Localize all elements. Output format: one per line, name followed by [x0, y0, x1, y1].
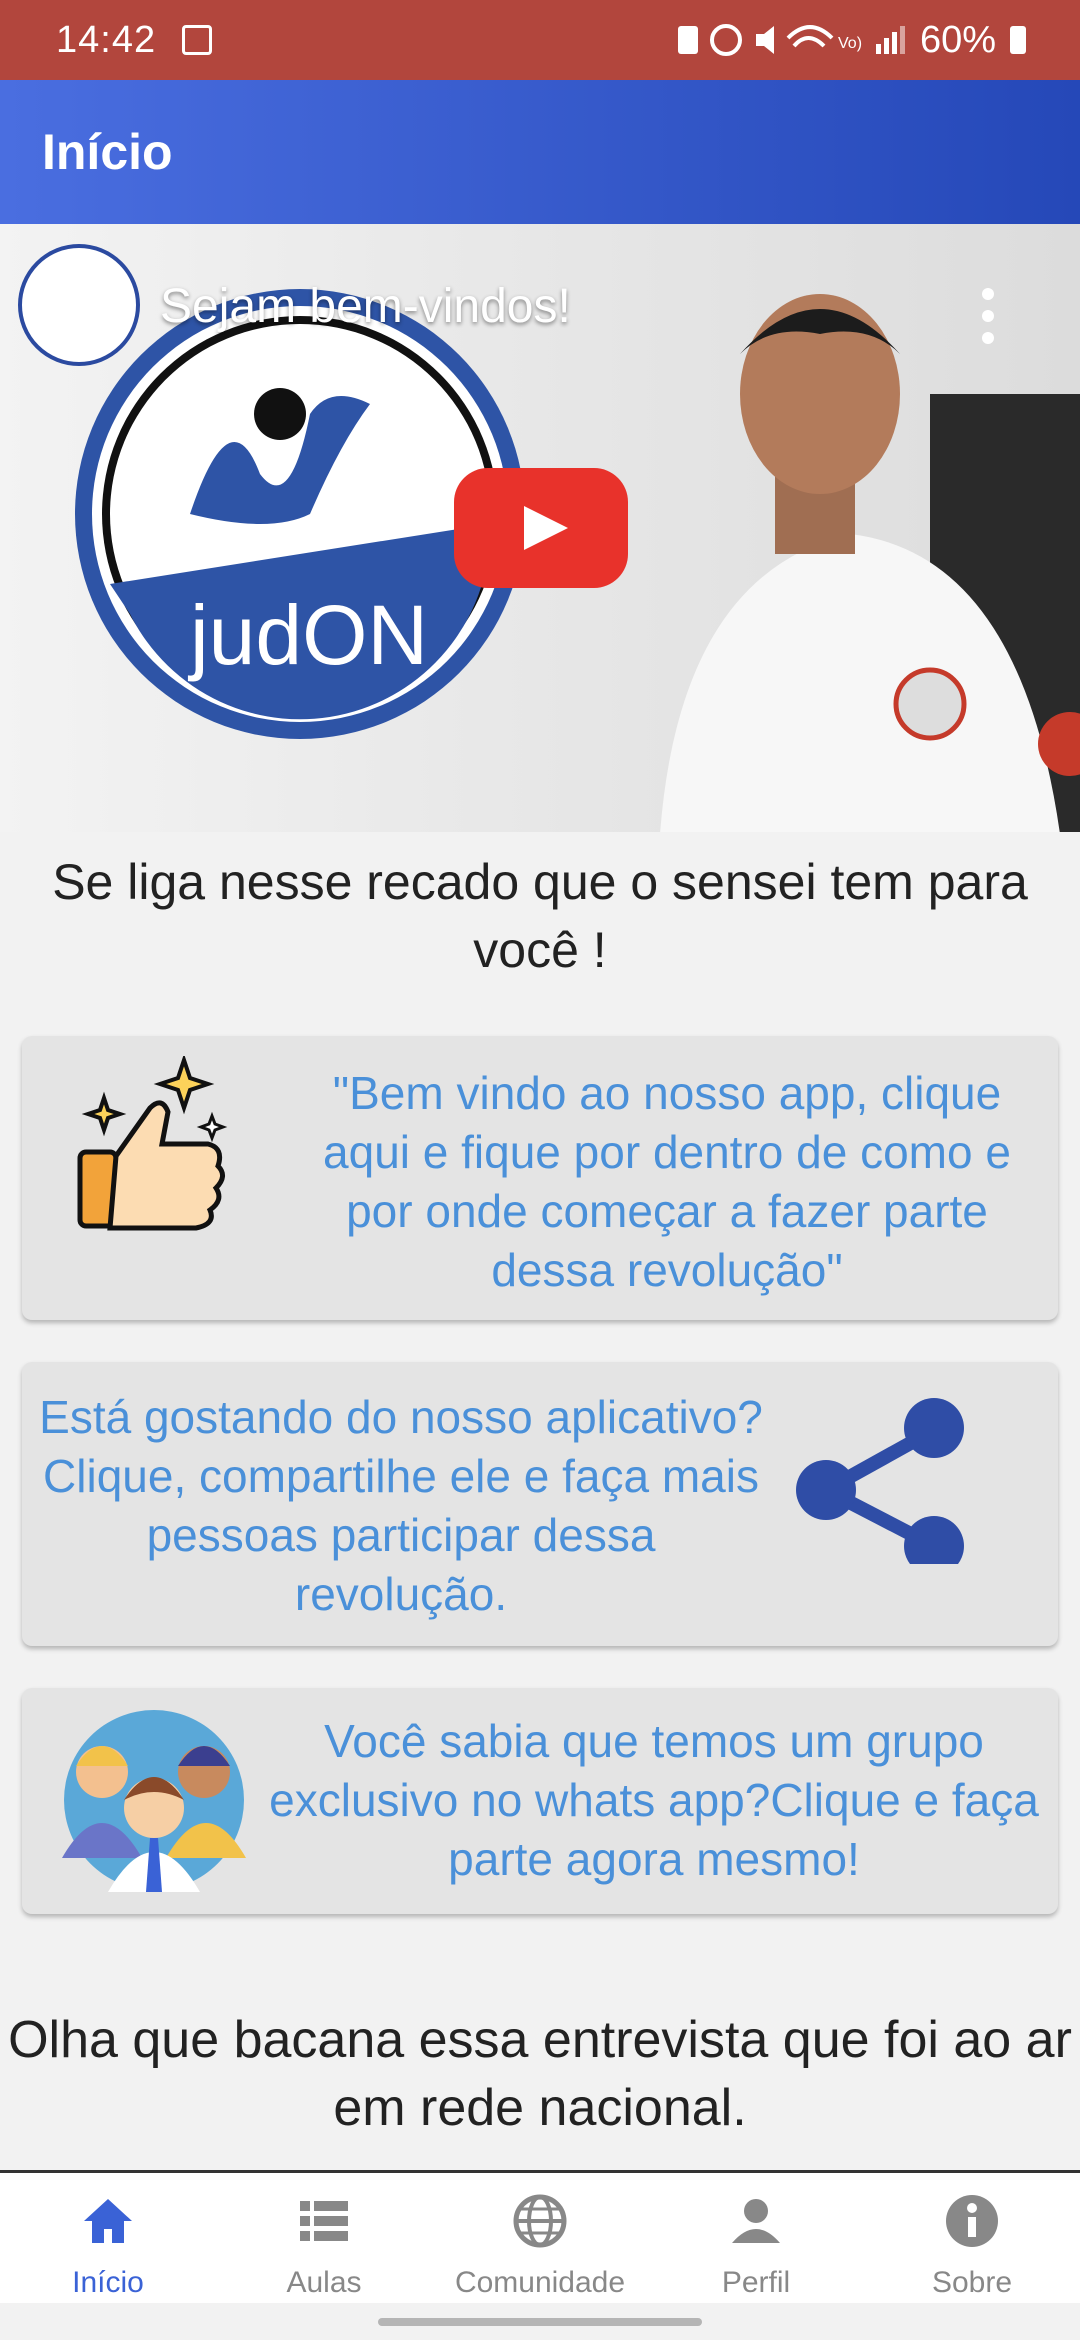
- svg-text:Vo): Vo): [838, 35, 862, 52]
- nav-label-sobre: Sobre: [931, 2266, 1013, 2299]
- nav-label-comunidade: Comunidade: [454, 2266, 626, 2299]
- nav-item-comunidade[interactable]: Comunidade: [432, 2173, 648, 2303]
- video-player[interactable]: judON Sejam bem-vindos!: [0, 224, 1080, 832]
- sensei-image: [660, 294, 1080, 832]
- thumbs-up-icon: [77, 1056, 228, 1231]
- whatsapp-group-card[interactable]: Você sabia que temos um grupo exclusivo …: [22, 1688, 1058, 1914]
- page-title: Início: [42, 124, 173, 180]
- welcome-card-text: "Bem vindo ao nosso app, clique aqui e f…: [323, 1067, 1011, 1296]
- channel-avatar[interactable]: [18, 244, 140, 366]
- nav-label-perfil: Perfil: [721, 2266, 791, 2299]
- share-icon: [796, 1398, 964, 1564]
- video-logo-text: judON: [187, 588, 428, 682]
- status-bar: 14:42 Vo) 60%: [0, 0, 1080, 80]
- nav-item-inicio[interactable]: Início: [0, 2173, 216, 2303]
- nav-item-sobre[interactable]: Sobre: [864, 2173, 1080, 2303]
- gesture-handle[interactable]: [378, 2318, 702, 2326]
- battery-percent: 60%: [919, 18, 996, 61]
- play-button[interactable]: [454, 468, 628, 588]
- status-time: 14:42: [56, 18, 157, 61]
- bottom-nav: Início Aulas Comunidade Perfil Sobre: [0, 2173, 1080, 2303]
- group-people-icon: [62, 1710, 246, 1892]
- nav-item-aulas[interactable]: Aulas: [216, 2173, 432, 2303]
- info-icon: [946, 2195, 998, 2247]
- notification-icons: Vo): [677, 24, 905, 56]
- more-options-icon[interactable]: [975, 284, 1001, 348]
- nav-item-perfil[interactable]: Perfil: [648, 2173, 864, 2303]
- home-icon: [84, 2199, 132, 2243]
- whatsapp-card-text: Você sabia que temos um grupo exclusivo …: [269, 1715, 1039, 1885]
- gallery-icon: [182, 25, 213, 55]
- nav-label-aulas: Aulas: [286, 2266, 362, 2299]
- outro-text: Olha que bacana essa entrevista que foi …: [8, 2011, 1072, 2137]
- person-icon: [732, 2199, 780, 2243]
- battery-icon: [1010, 26, 1026, 54]
- list-icon: [300, 2201, 348, 2241]
- intro-text: Se liga nesse recado que o sensei tem pa…: [52, 854, 1028, 978]
- nav-label-inicio: Início: [72, 2266, 144, 2299]
- app-bar: Início: [0, 80, 1080, 224]
- share-card[interactable]: Está gostando do nosso aplicativo? Cliqu…: [22, 1362, 1058, 1646]
- welcome-card[interactable]: "Bem vindo ao nosso app, clique aqui e f…: [22, 1036, 1058, 1320]
- globe-icon: [513, 2194, 567, 2248]
- video-title: Sejam bem-vindos!: [160, 280, 571, 333]
- share-card-text: Está gostando do nosso aplicativo? Cliqu…: [39, 1391, 763, 1620]
